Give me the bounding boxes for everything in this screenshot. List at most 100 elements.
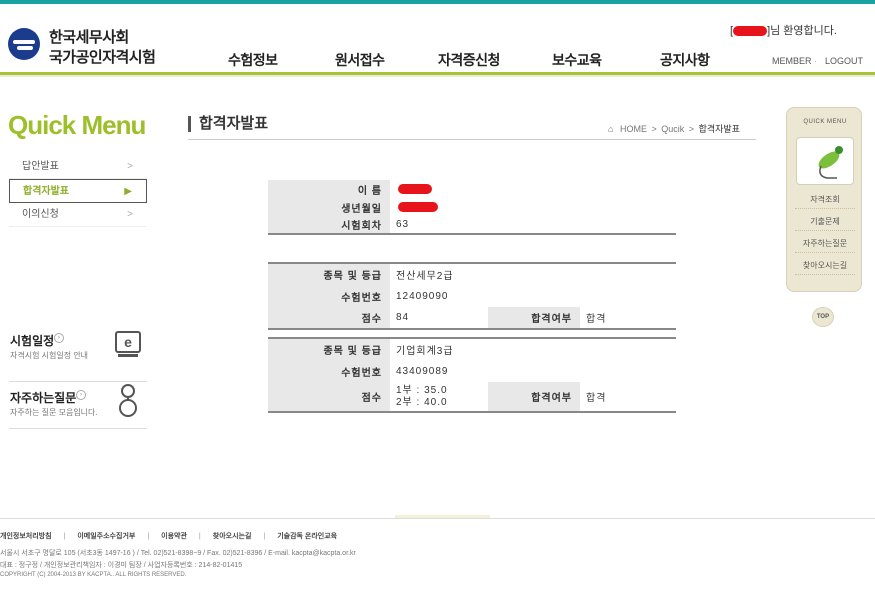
quick-menu-panel: QUICK MENU 자격조회 기출문제 자주하는질문 찾아오시는길 — [786, 107, 862, 292]
footer-separator: | — [147, 533, 150, 540]
circle-arrow-icon: › — [76, 390, 86, 400]
main-navigation: 수험정보 원서접수 자격증신청 보수교육 공지사항 — [195, 50, 755, 72]
exam-schedule-title: 시험일정 — [10, 334, 55, 348]
pass-label: 합격여부 — [488, 382, 580, 413]
footer-link-online-education[interactable]: 기술감독 온라인교육 — [277, 533, 337, 540]
footer-separator: | — [63, 533, 66, 540]
footer-separator: | — [263, 533, 266, 540]
table-row: 이 름 — [268, 180, 676, 198]
quick-item-qualification-check[interactable]: 자격조회 — [795, 194, 855, 209]
footer-link-privacy[interactable]: 개인정보처리방침 — [0, 533, 52, 540]
name-label: 이 름 — [268, 180, 390, 198]
birth-label: 생년월일 — [268, 198, 390, 216]
left-navigation: 답안발표 > 합격자발표 ▶ 이의신청 > — [9, 155, 147, 227]
footer-link-directions[interactable]: 찾아오시는길 — [213, 533, 252, 540]
quick-menu-illustration — [796, 137, 854, 185]
figure-icon — [818, 146, 843, 179]
footer-link-email-refusal[interactable]: 이메일주소수집거부 — [77, 533, 135, 540]
exam-schedule-box[interactable]: 시험일정 › 자격시험 시험일정 안내 e — [9, 331, 147, 382]
footer-address: 서울시 서초구 명달로 105 (서초3동 1497-16 ) / Tel. 0… — [0, 550, 356, 557]
nav-application[interactable]: 원서접수 — [335, 50, 385, 70]
site-logo[interactable]: 한국세무사회 국가공인자격시험 — [8, 26, 168, 70]
lnb-item-answer-release[interactable]: 답안발표 > — [9, 155, 147, 179]
logo-title-line2: 국가공인자격시험 — [49, 49, 156, 66]
table-row: 종목 및 등급 전산세무2급 — [268, 262, 676, 285]
pass-value: 합격 — [580, 382, 676, 413]
redacted-name — [398, 183, 432, 194]
table-row: 시험회차 63 — [268, 216, 676, 235]
lnb-item-pass-announcement[interactable]: 합격자발표 ▶ — [9, 179, 147, 203]
monitor-e-icon: e — [115, 331, 141, 357]
result-table-2: 종목 및 등급 기업회계3급 수험번호 43409089 점수 1부 : 35.… — [268, 337, 676, 413]
page-title: 합격자발표 — [188, 116, 268, 132]
table-row: 점수 1부 : 35.0 2부 : 40.0 합격여부 합격 — [268, 382, 676, 413]
logout-link[interactable]: LOGOUT — [825, 56, 863, 66]
quick-menu-title: QUICK MENU — [803, 119, 847, 125]
faq-box[interactable]: 자주하는질문 › 자주하는 질문 모음입니다. — [9, 384, 147, 429]
exam-schedule-subtitle: 자격시험 시험일정 안내 — [10, 351, 89, 360]
circle-arrow-icon: › — [54, 333, 64, 343]
breadcrumb-home[interactable]: HOME — [620, 124, 647, 134]
round-label: 시험회차 — [268, 216, 390, 235]
svg-text:e: e — [124, 334, 132, 350]
footer-link-terms[interactable]: 이용약관 — [161, 533, 187, 540]
category-label: 종목 및 등급 — [268, 262, 390, 285]
category-value: 전산세무2급 — [390, 262, 676, 285]
birth-value — [390, 198, 676, 216]
nav-certificate-request[interactable]: 자격증신청 — [438, 50, 500, 70]
home-icon: ⌂ — [608, 124, 614, 134]
pass-value: 합격 — [580, 307, 676, 330]
quick-item-directions[interactable]: 찾아오시는길 — [795, 260, 855, 275]
welcome-message: []님 환영합니다. — [730, 25, 837, 37]
redacted-birth-date — [398, 201, 438, 212]
exam-number-label: 수험번호 — [268, 285, 390, 307]
member-link[interactable]: MEMBER — [772, 56, 812, 66]
round-value: 63 — [390, 216, 676, 235]
triangle-right-icon: ▶ — [124, 186, 132, 197]
category-value: 기업회계3급 — [390, 337, 676, 360]
breadcrumb-separator: > — [651, 124, 657, 134]
question-figure-icon — [119, 384, 137, 417]
result-table-1: 종목 및 등급 전산세무2급 수험번호 12409090 점수 84 합격여부 … — [268, 262, 676, 330]
scroll-top-button[interactable]: TOP — [812, 307, 834, 327]
score-value: 1부 : 35.0 2부 : 40.0 — [390, 382, 488, 413]
score-part-1: 1부 : 35.0 — [396, 384, 448, 396]
name-value — [390, 180, 676, 198]
nav-notice[interactable]: 공지사항 — [660, 50, 710, 70]
table-row: 종목 및 등급 기업회계3급 — [268, 337, 676, 360]
footer-copyright: COPYRIGHT (C) 2004-2013 BY KACPTA.. ALL … — [0, 572, 187, 578]
nav-continuing-education[interactable]: 보수교육 — [552, 50, 602, 70]
nav-exam-info[interactable]: 수험정보 — [228, 50, 278, 70]
breadcrumb: ⌂ HOME > Qucik > 합격자발표 — [608, 122, 740, 135]
category-label: 종목 및 등급 — [268, 337, 390, 360]
quick-item-past-exams[interactable]: 기출문제 — [795, 216, 855, 231]
title-underline — [188, 139, 756, 140]
header-divider-shadow — [0, 75, 875, 77]
pass-label: 합격여부 — [488, 307, 580, 330]
score-part-2: 2부 : 40.0 — [396, 396, 448, 408]
footer-separator: | — [198, 533, 201, 540]
exam-number-label: 수험번호 — [268, 360, 390, 382]
lnb-title: Quick Menu — [8, 110, 146, 140]
quick-item-faq[interactable]: 자주하는질문 — [795, 238, 855, 253]
breadcrumb-separator: > — [688, 124, 695, 134]
logo-emblem-icon — [8, 28, 40, 60]
score-label: 점수 — [268, 307, 390, 330]
chevron-right-icon: > — [127, 209, 133, 220]
breadcrumb-quick[interactable]: Qucik — [661, 124, 684, 134]
personal-info-table: 이 름 생년월일 시험회차 63 — [268, 180, 676, 235]
exam-number-value: 43409089 — [396, 365, 449, 377]
chevron-right-icon: > — [127, 161, 133, 172]
faq-title: 자주하는질문 — [10, 391, 77, 405]
table-row: 수험번호 43409089 — [268, 360, 676, 382]
lnb-item-objection[interactable]: 이의신청 > — [9, 203, 147, 227]
logo-title-line1: 한국세무사회 — [49, 29, 129, 46]
footer-links: 개인정보처리방침 | 이메일주소수집거부 | 이용약관 | 찾아오시는길 | 기술감독 온라인교… — [0, 531, 337, 541]
faq-subtitle: 자주하는 질문 모음입니다. — [10, 408, 98, 417]
util-separator: · — [814, 56, 817, 66]
score-label: 점수 — [268, 382, 390, 413]
footer-representative: 대표 : 정구정 / 개인정보관리책임자 : 이경미 팀장 / 사업자등록번호 … — [0, 562, 243, 569]
lnb-item-label: 이의신청 — [22, 209, 59, 220]
table-row: 생년월일 — [268, 198, 676, 216]
table-row: 수험번호 12409090 — [268, 285, 676, 307]
